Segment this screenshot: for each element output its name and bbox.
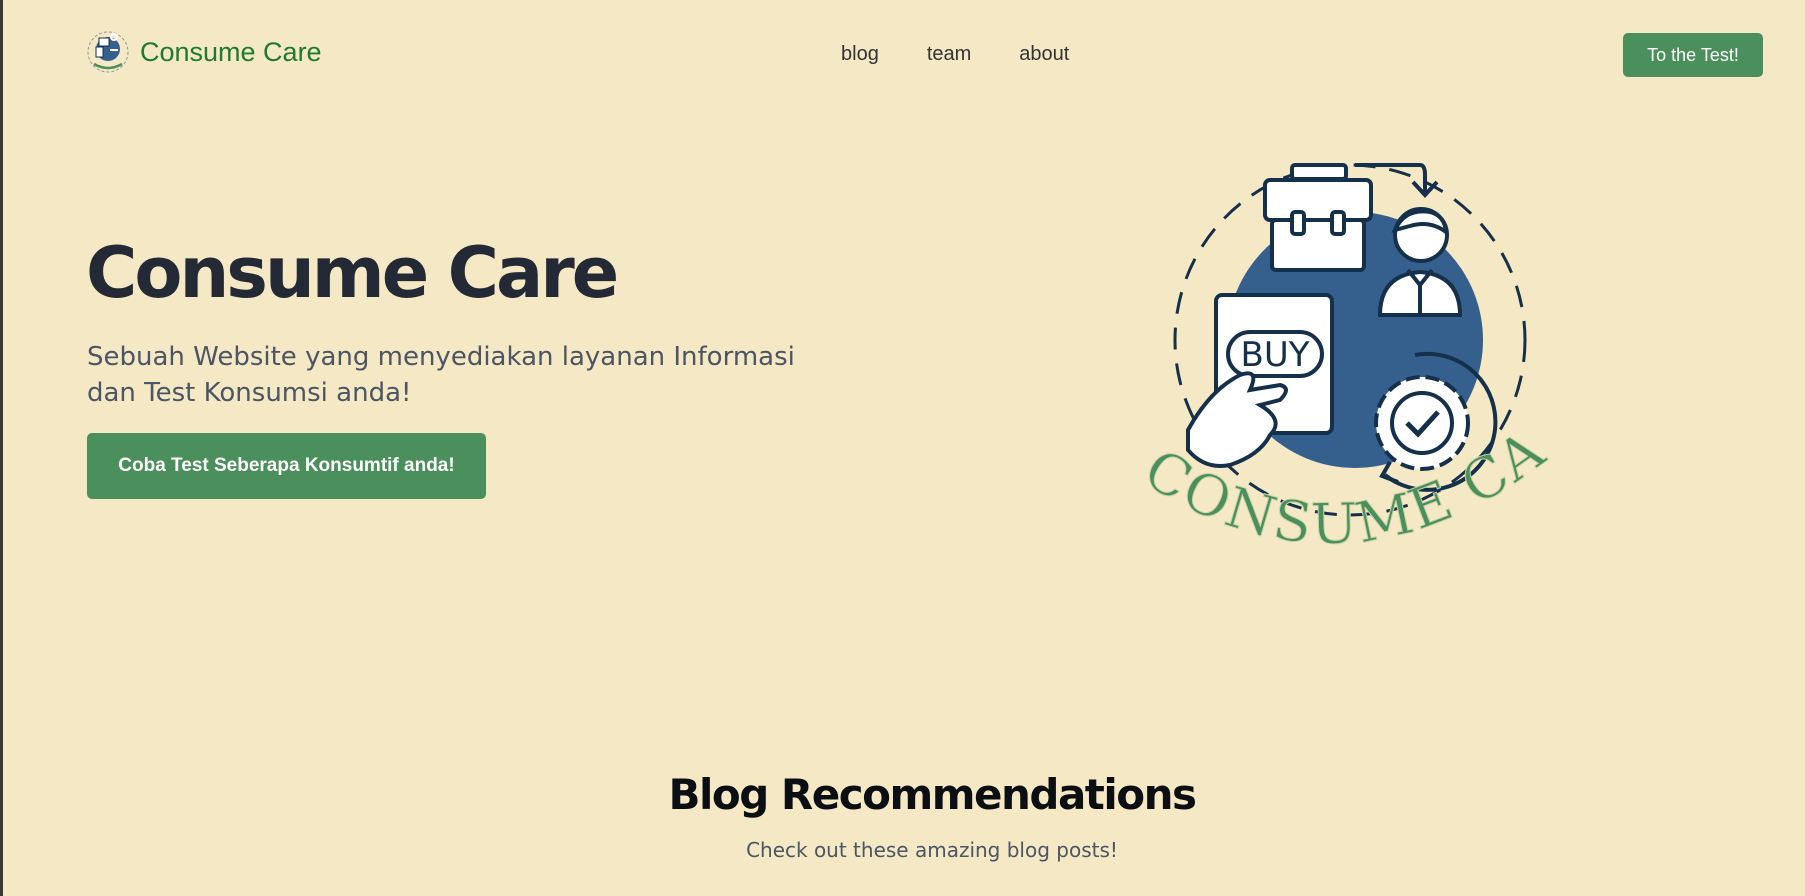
buy-label: BUY (1241, 335, 1310, 375)
nav-link-team[interactable]: team (927, 43, 971, 66)
consume-care-illustration: BUY CONSUME CARE (1120, 150, 1556, 558)
brand-link[interactable]: Consume Care (86, 30, 322, 74)
blog-section-title: Blog Recommendations (668, 770, 1197, 819)
blog-section-subtitle: Check out these amazing blog posts! (746, 838, 1118, 862)
nav-link-blog[interactable]: blog (841, 43, 879, 66)
hero-subtitle: Sebuah Website yang menyediakan layanan … (87, 342, 795, 408)
pointing-hand-icon (1186, 371, 1288, 468)
start-test-button[interactable]: Coba Test Seberapa Konsumtif anda! (87, 433, 486, 499)
nav-link-about[interactable]: about (1019, 43, 1069, 66)
main-nav: blog team about (841, 43, 1069, 66)
brand-logo-icon (87, 31, 129, 73)
brand-name: Consume Care (140, 36, 322, 67)
briefcase-icon (1263, 163, 1373, 272)
to-the-test-button[interactable]: To the Test! (1623, 33, 1763, 77)
window-edge (0, 0, 3, 896)
hero-title: Consume Care (86, 232, 619, 314)
